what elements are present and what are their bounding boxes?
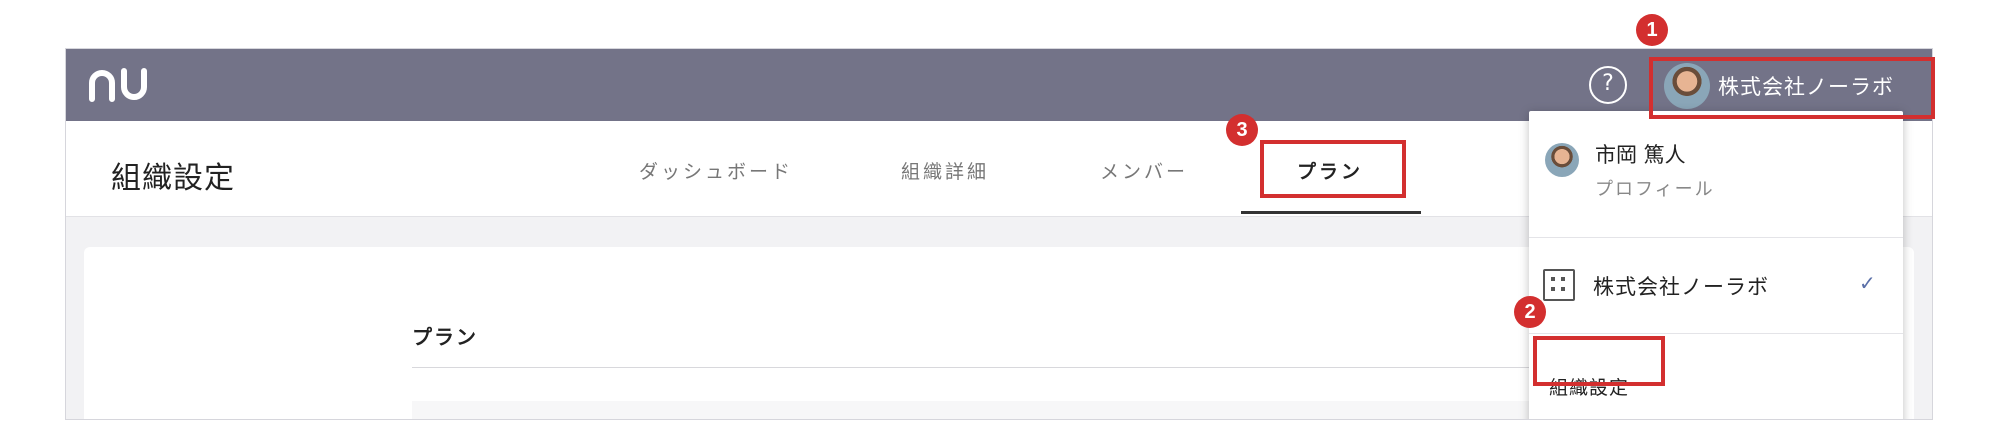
- tab-members[interactable]: メンバー: [1100, 157, 1188, 184]
- avatar: [1545, 143, 1579, 177]
- dropdown-user-name[interactable]: 市岡 篤人: [1595, 139, 1686, 169]
- building-icon: [1543, 269, 1575, 301]
- step-badge-1: 1: [1636, 14, 1668, 46]
- step-badge-2: 2: [1514, 296, 1546, 328]
- page-title: 組織設定: [111, 161, 235, 196]
- tab-org-details[interactable]: 組織詳細: [901, 157, 989, 184]
- section-title-plan: プラン: [412, 325, 478, 349]
- tab-dashboard[interactable]: ダッシュボード: [639, 157, 793, 184]
- divider: [1529, 237, 1903, 238]
- plan-row: [412, 401, 1612, 419]
- check-icon: ✓: [1859, 271, 1876, 295]
- nu-logo-icon[interactable]: [86, 67, 150, 103]
- dropdown-org-item[interactable]: 株式会社ノーラボ: [1593, 271, 1769, 301]
- question-circle-icon[interactable]: ?: [1589, 66, 1627, 104]
- active-tab-indicator: [1241, 211, 1421, 214]
- highlight-plan-tab: [1260, 140, 1406, 198]
- highlight-account-button: [1649, 57, 1935, 119]
- section-divider: [412, 367, 1612, 368]
- step-badge-3: 3: [1226, 114, 1258, 146]
- divider: [1529, 333, 1903, 334]
- highlight-org-settings: [1533, 336, 1665, 386]
- dropdown-profile-link[interactable]: プロフィール: [1595, 175, 1715, 201]
